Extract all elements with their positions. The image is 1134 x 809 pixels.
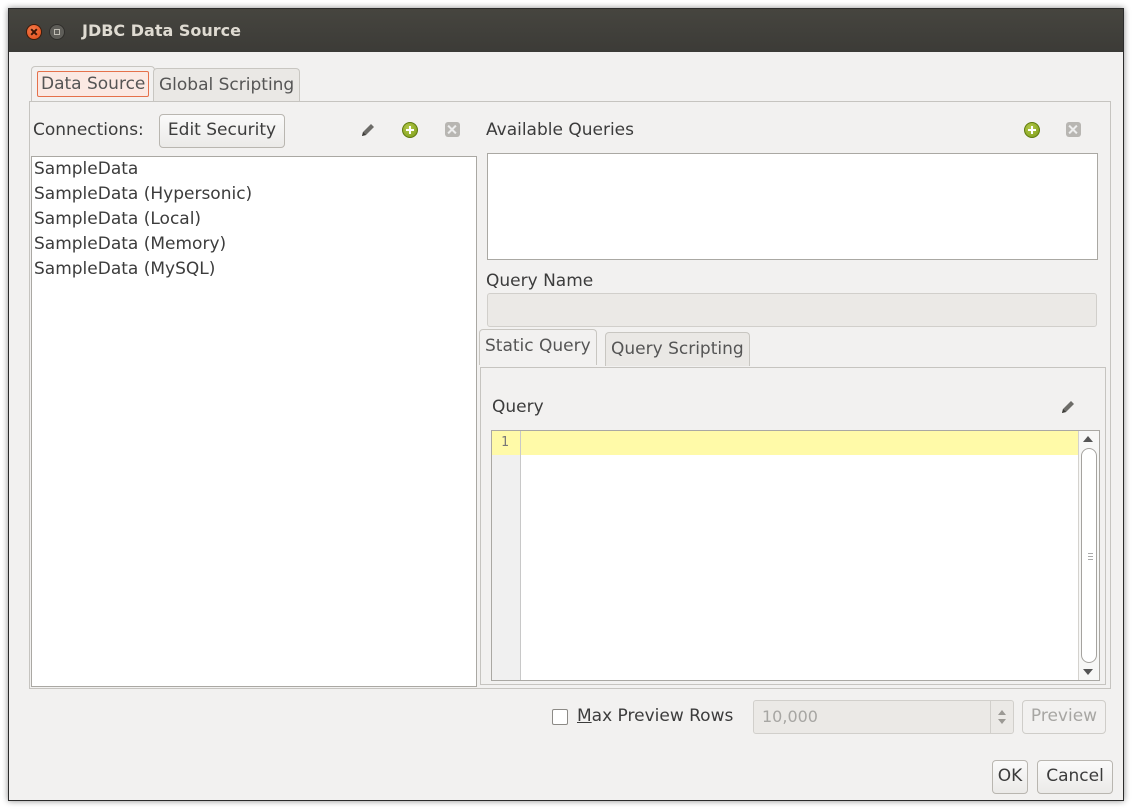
edit-security-button[interactable]: Edit Security	[159, 114, 285, 148]
query-editor[interactable]: 1	[491, 430, 1100, 681]
scrollbar-grip-icon	[1088, 555, 1093, 557]
connection-item[interactable]: SampleData (Hypersonic)	[32, 182, 476, 207]
connections-label: Connections:	[33, 120, 144, 140]
remove-connection-icon[interactable]	[445, 122, 460, 137]
query-label: Query	[492, 397, 544, 417]
preview-button[interactable]: Preview	[1022, 700, 1106, 734]
max-preview-rows-value: 10,000	[762, 707, 818, 726]
edit-query-pencil-icon[interactable]	[1059, 398, 1077, 416]
remove-query-icon[interactable]	[1066, 122, 1081, 137]
scrollbar-thumb[interactable]	[1081, 448, 1097, 663]
query-editor-scrollbar[interactable]	[1078, 431, 1099, 680]
max-preview-rows-text: ax Preview Rows	[591, 706, 734, 726]
tab-static-query[interactable]: Static Query	[479, 329, 597, 365]
add-connection-plus-icon[interactable]	[402, 122, 418, 138]
line-number-gutter	[492, 431, 521, 680]
connection-item[interactable]: SampleData (Local)	[32, 207, 476, 232]
jdbc-dialog: JDBC Data Source Data Source Global Scri…	[8, 8, 1124, 801]
tab-global-scripting-label: Global Scripting	[159, 75, 295, 95]
spinner-arrows-icon[interactable]	[990, 701, 1013, 733]
max-preview-rows-mnemonic: M	[577, 706, 592, 726]
max-preview-rows-spinner[interactable]: 10,000	[753, 700, 1014, 734]
add-query-plus-icon[interactable]	[1024, 122, 1040, 138]
connection-item[interactable]: SampleData (MySQL)	[32, 257, 476, 282]
edit-connection-pencil-icon[interactable]	[359, 121, 377, 139]
scroll-up-arrow-icon[interactable]	[1083, 436, 1093, 442]
tab-query-scripting[interactable]: Query Scripting	[605, 332, 750, 366]
connection-item[interactable]: SampleData	[32, 157, 476, 182]
ok-button[interactable]: OK	[992, 760, 1028, 794]
tab-query-scripting-label: Query Scripting	[611, 339, 744, 359]
cancel-button[interactable]: Cancel	[1037, 760, 1113, 794]
max-preview-rows-label: Max Preview Rows	[577, 706, 733, 726]
available-queries-label: Available Queries	[486, 120, 634, 140]
tab-static-query-label: Static Query	[485, 336, 591, 356]
available-queries-list[interactable]	[487, 153, 1098, 260]
connection-item[interactable]: SampleData (Memory)	[32, 232, 476, 257]
title-bar: JDBC Data Source	[9, 9, 1123, 52]
tab-data-source-label: Data Source	[37, 71, 150, 97]
query-name-label: Query Name	[486, 271, 594, 291]
restore-window-button[interactable]	[49, 24, 65, 40]
tab-global-scripting[interactable]: Global Scripting	[153, 68, 301, 102]
tab-data-source[interactable]: Data Source	[31, 66, 156, 102]
scroll-down-arrow-icon[interactable]	[1083, 669, 1093, 675]
current-line-highlight[interactable]	[521, 431, 1079, 455]
close-window-button[interactable]	[26, 24, 42, 40]
window-title: JDBC Data Source	[82, 21, 241, 40]
line-number: 1	[492, 431, 520, 455]
max-preview-rows-checkbox[interactable]	[552, 709, 568, 725]
connections-list[interactable]: SampleData SampleData (Hypersonic) Sampl…	[31, 156, 477, 687]
query-name-field[interactable]	[487, 293, 1097, 327]
